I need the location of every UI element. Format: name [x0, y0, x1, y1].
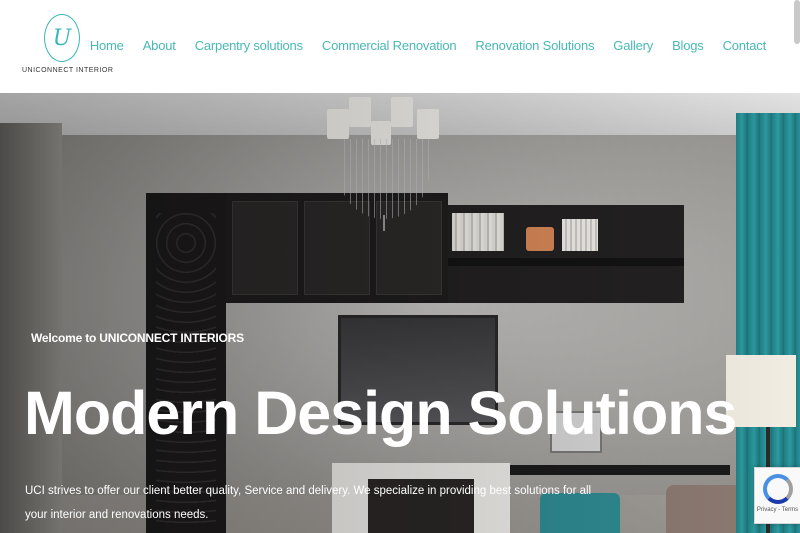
nav-renovation-solutions[interactable]: Renovation Solutions — [466, 38, 604, 53]
logo-mark: U — [44, 14, 80, 62]
recaptcha-icon — [762, 474, 793, 504]
site-header: U UNICONNECT INTERIOR Home About Carpent… — [0, 0, 800, 93]
nav-blogs[interactable]: Blogs — [663, 38, 714, 53]
nav-about[interactable]: About — [133, 38, 185, 53]
nav-home[interactable]: Home — [80, 38, 133, 53]
hero-welcome-text: Welcome to UNICONNECT INTERIORS — [31, 331, 244, 345]
recaptcha-privacy-terms[interactable]: Privacy - Terms — [755, 507, 800, 513]
page-scrollbar-thumb[interactable] — [794, 0, 800, 44]
nav-gallery[interactable]: Gallery — [604, 38, 663, 53]
nav-commercial-renovation[interactable]: Commercial Renovation — [312, 38, 466, 53]
main-nav: Home About Carpentry solutions Commercia… — [90, 38, 774, 53]
hero-description: UCI strives to offer our client better q… — [25, 485, 592, 521]
hero-headline: Modern Design Solutions — [24, 379, 737, 447]
logo-text: UNICONNECT INTERIOR — [22, 67, 114, 74]
hero-section: Welcome to UNICONNECT INTERIORS Modern D… — [0, 93, 800, 533]
nav-contact[interactable]: Contact — [713, 38, 774, 53]
nav-carpentry-solutions[interactable]: Carpentry solutions — [185, 38, 312, 53]
recaptcha-badge[interactable]: Privacy - Terms — [754, 467, 800, 524]
